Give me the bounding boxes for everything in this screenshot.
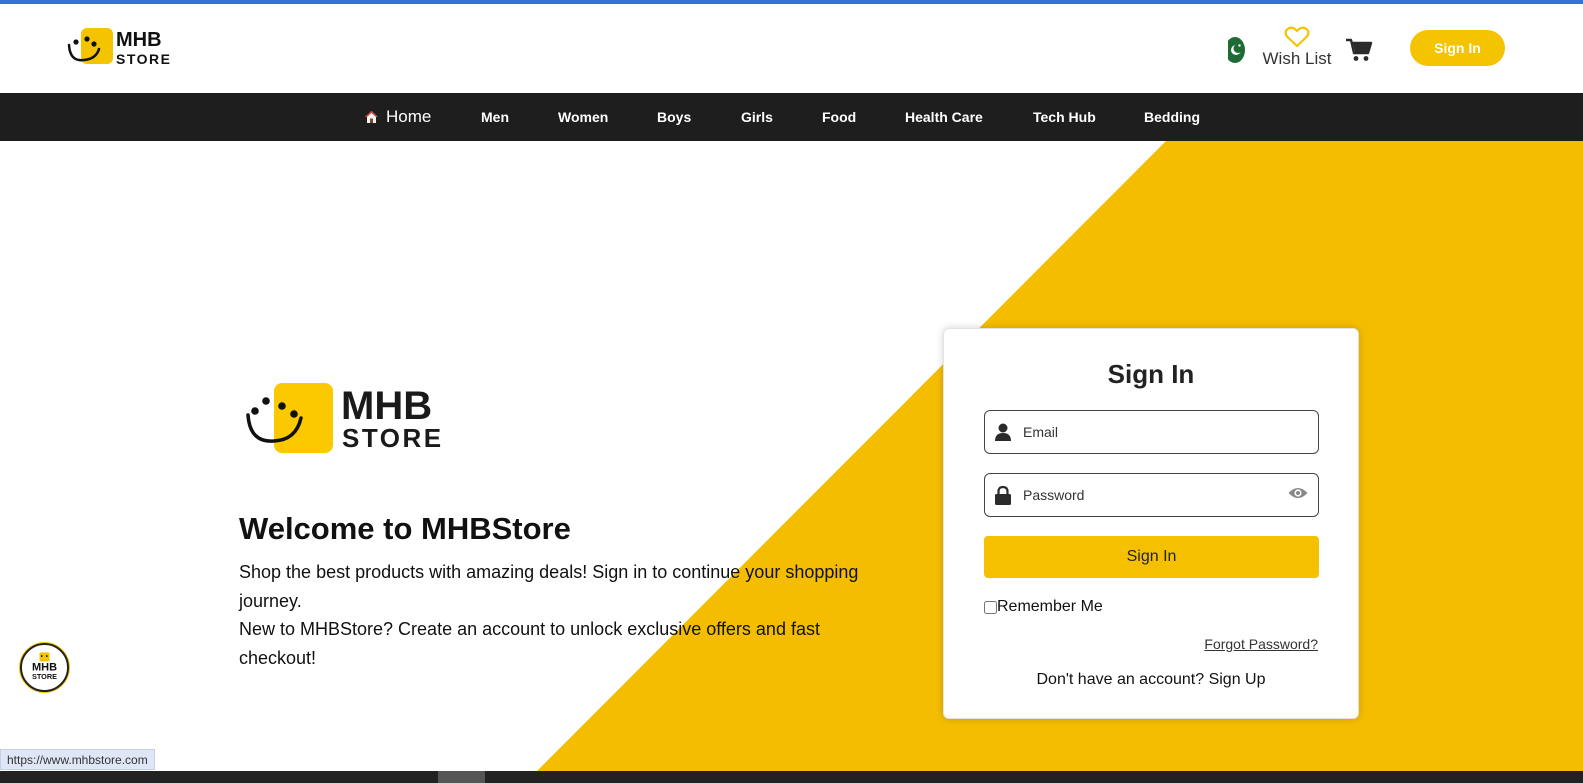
nav-item-tech-hub[interactable]: Tech Hub <box>1033 93 1096 141</box>
sign-in-title: Sign In <box>1107 359 1195 389</box>
heart-outline-icon <box>1284 26 1310 48</box>
nav-item-women[interactable]: Women <box>558 93 608 141</box>
remember-me-label: Remember Me <box>997 598 1103 615</box>
nav-item-health-care[interactable]: Health Care <box>905 93 983 141</box>
remember-me-checkbox[interactable] <box>984 600 997 614</box>
nav-item-boys[interactable]: Boys <box>657 93 691 141</box>
sign-in-button[interactable]: Sign In <box>984 536 1319 578</box>
svg-text:STORE: STORE <box>32 672 57 681</box>
welcome-text-line1: Shop the best products with amazing deal… <box>239 562 859 611</box>
header-sign-in-button[interactable]: Sign In <box>1410 30 1505 66</box>
svg-text:MHB: MHB <box>341 384 432 428</box>
eye-icon[interactable] <box>1288 486 1308 500</box>
nav-item-food[interactable]: Food <box>822 93 856 141</box>
wishlist-label: Wish List <box>1262 49 1332 68</box>
lock-icon <box>995 486 1011 505</box>
hero-section: MHB STORE Welcome to MHBStore Shop the b… <box>0 141 1583 771</box>
svg-text:STORE: STORE <box>116 51 171 67</box>
welcome-text-line2: New to MHBStore? Create an account to un… <box>239 619 820 668</box>
email-input[interactable] <box>985 411 1318 453</box>
mhb-store-logo[interactable]: MHB STORE <box>66 26 178 68</box>
user-icon <box>995 423 1011 441</box>
mhb-store-floating-badge[interactable]: MHB STORE <box>20 643 69 692</box>
signup-prompt: Don't have an account? <box>1036 671 1205 688</box>
sign-in-card: Sign In Sign In Remember Me <box>943 328 1359 719</box>
nav-item-girls[interactable]: Girls <box>741 93 773 141</box>
house-icon <box>365 111 378 123</box>
nav-label-home: Home <box>386 107 432 126</box>
email-field <box>984 410 1319 454</box>
site-header: MHB STORE Wish List Sign In <box>0 4 1583 93</box>
scrollbar-thumb[interactable] <box>438 771 485 783</box>
remember-me[interactable]: Remember Me <box>984 598 1103 616</box>
nav-item-home[interactable]: Home <box>364 93 431 141</box>
password-field <box>984 473 1319 517</box>
nav-item-men[interactable]: Men <box>481 93 509 141</box>
welcome-title: Welcome to MHBStore <box>239 511 571 546</box>
svg-text:MHB: MHB <box>116 29 162 51</box>
nav-item-bedding[interactable]: Bedding <box>1144 93 1200 141</box>
category-nav: Home Men Women Boys Girls Food Health Ca… <box>0 93 1583 141</box>
password-input[interactable] <box>985 474 1318 516</box>
signup-prompt-line: Don't have an account? Sign Up <box>944 671 1358 689</box>
welcome-text: Shop the best products with amazing deal… <box>239 558 879 672</box>
status-bar-url: https://www.mhbstore.com <box>0 749 155 770</box>
mhb-store-hero-logo: MHB STORE <box>246 383 444 453</box>
pakistan-flag-icon[interactable] <box>1223 36 1245 64</box>
svg-text:STORE: STORE <box>342 423 444 453</box>
sign-up-link[interactable]: Sign Up <box>1209 671 1266 688</box>
forgot-password-link[interactable]: Forgot Password? <box>1204 636 1318 652</box>
horizontal-scrollbar[interactable] <box>0 771 1583 783</box>
wishlist-link[interactable]: Wish List <box>1262 26 1332 76</box>
cart-icon[interactable] <box>1345 37 1373 63</box>
